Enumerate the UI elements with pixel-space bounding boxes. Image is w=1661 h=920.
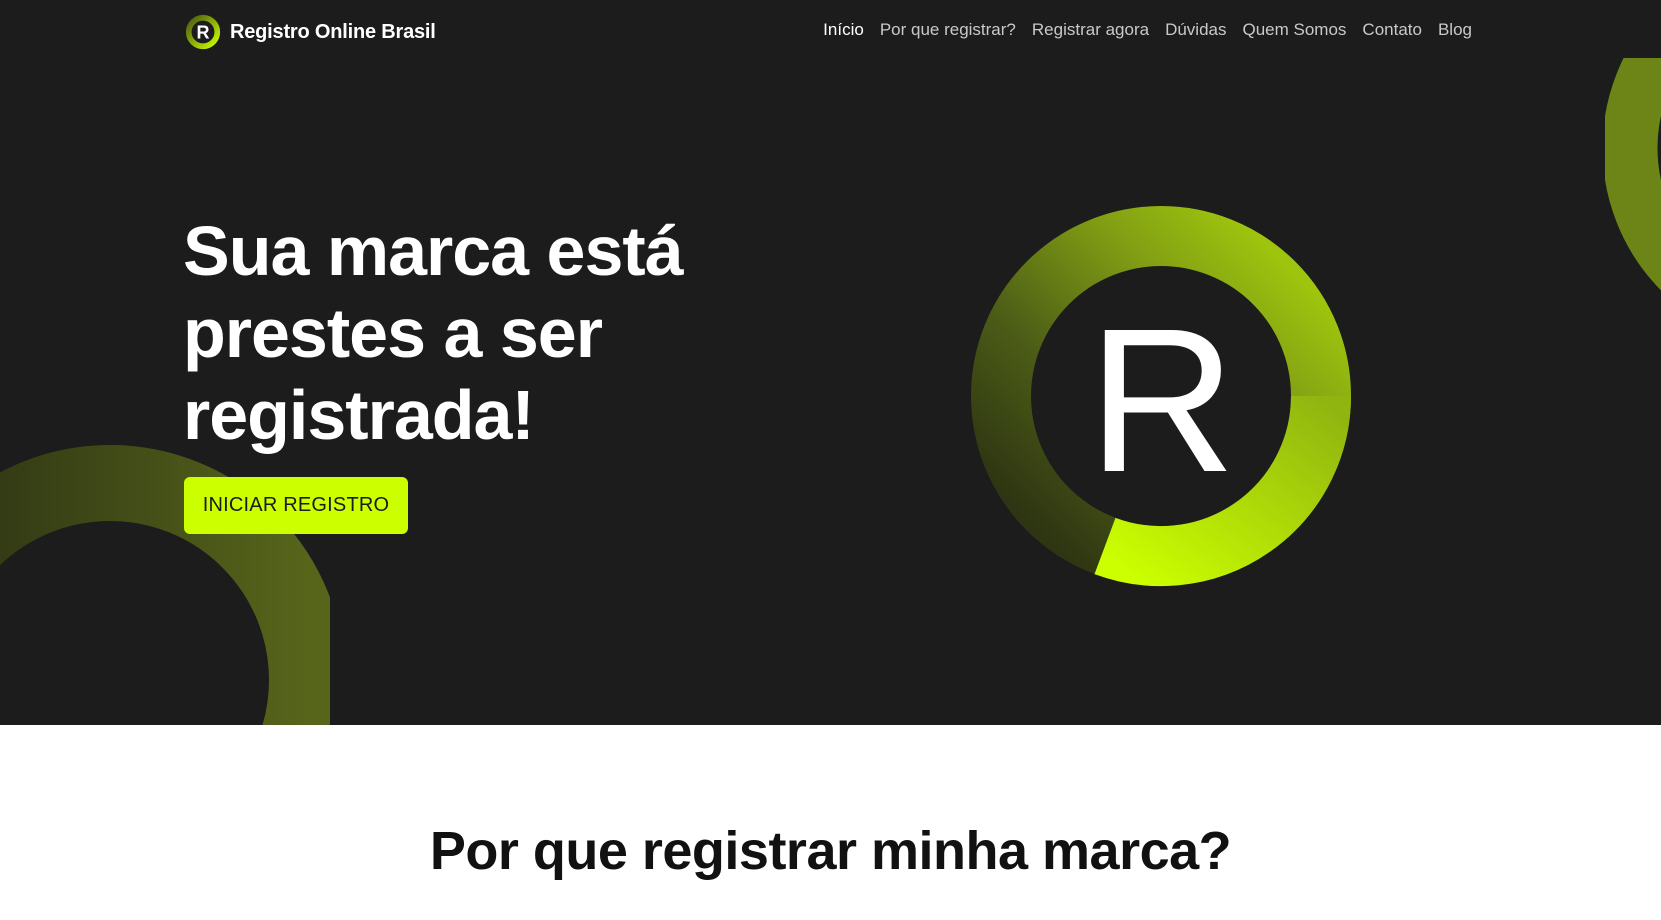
nav-links: Início Por que registrar? Registrar agor…	[823, 20, 1472, 40]
nav-item-contato[interactable]: Contato	[1362, 20, 1422, 40]
hero-headline: Sua marca está prestes a ser registrada!	[183, 210, 783, 456]
nav-item-blog[interactable]: Blog	[1438, 20, 1472, 40]
nav-item-quem-somos[interactable]: Quem Somos	[1242, 20, 1346, 40]
registered-emblem-icon: R	[971, 206, 1351, 587]
decorative-ring-right	[1605, 58, 1661, 291]
section-title: Por que registrar minha marca?	[429, 821, 1232, 881]
hero-headline-line: registrada!	[183, 376, 535, 454]
nav-item-duvidas[interactable]: Dúvidas	[1165, 20, 1226, 40]
brand[interactable]: R Registro Online Brasil	[184, 12, 436, 52]
nav-item-inicio[interactable]: Início	[823, 20, 864, 40]
hero-headline-line: prestes a ser	[183, 294, 603, 372]
start-registration-button[interactable]: INICIAR REGISTRO	[184, 477, 408, 534]
brand-logo-letter: R	[196, 23, 209, 43]
brand-name: Registro Online Brasil	[230, 20, 436, 43]
nav-item-por-que-registrar[interactable]: Por que registrar?	[880, 20, 1016, 40]
emblem-letter: R	[1088, 286, 1236, 515]
hero-section: R Registro Online Brasil Início Por que …	[0, 0, 1661, 725]
hero-headline-line: Sua marca está	[183, 212, 684, 290]
top-navbar: R Registro Online Brasil Início Por que …	[0, 0, 1661, 64]
nav-item-registrar-agora[interactable]: Registrar agora	[1032, 20, 1149, 40]
brand-logo-icon: R	[185, 14, 221, 50]
